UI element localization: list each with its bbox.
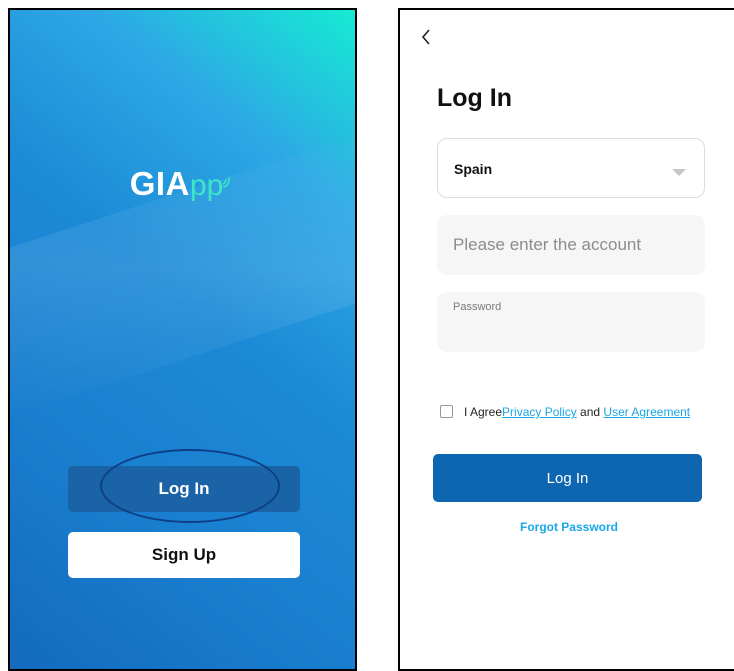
login-submit-label: Log In (546, 469, 589, 487)
agreement-checkbox[interactable] (440, 405, 453, 418)
login-screen: Log In Spain Please enter the account Pa… (398, 8, 734, 671)
agreement-text: I AgreePrivacy Policy and User Agreement (464, 404, 710, 420)
chevron-left-icon[interactable] (420, 28, 432, 51)
account-input[interactable]: Please enter the account (437, 215, 705, 275)
country-value: Spain (454, 161, 493, 177)
signal-wave-icon (221, 161, 235, 199)
login-submit-button[interactable]: Log In (433, 454, 702, 502)
welcome-screen: GIApp Log In Sign Up (8, 8, 357, 671)
logo-accent-text: pp (189, 169, 224, 202)
country-select[interactable]: Spain (437, 138, 705, 198)
privacy-policy-link[interactable]: Privacy Policy (502, 405, 577, 419)
signup-button-label: Sign Up (151, 545, 217, 564)
highlight-ellipse (100, 449, 280, 523)
agreement-prefix: I Agree (464, 405, 503, 419)
password-label: Password (453, 301, 502, 313)
logo-main-text: GIA (129, 165, 190, 202)
caret-down-icon (672, 164, 686, 182)
app-logo: GIApp (10, 165, 355, 203)
agreement-row: I AgreePrivacy Policy and User Agreement (440, 404, 710, 420)
agreement-joiner: and (576, 405, 604, 419)
forgot-password-link[interactable]: Forgot Password (400, 520, 734, 534)
user-agreement-link[interactable]: User Agreement (603, 405, 690, 419)
signup-button[interactable]: Sign Up (68, 532, 300, 578)
page-title: Log In (437, 84, 512, 112)
account-placeholder: Please enter the account (453, 235, 642, 254)
password-input[interactable]: Password (437, 292, 705, 352)
